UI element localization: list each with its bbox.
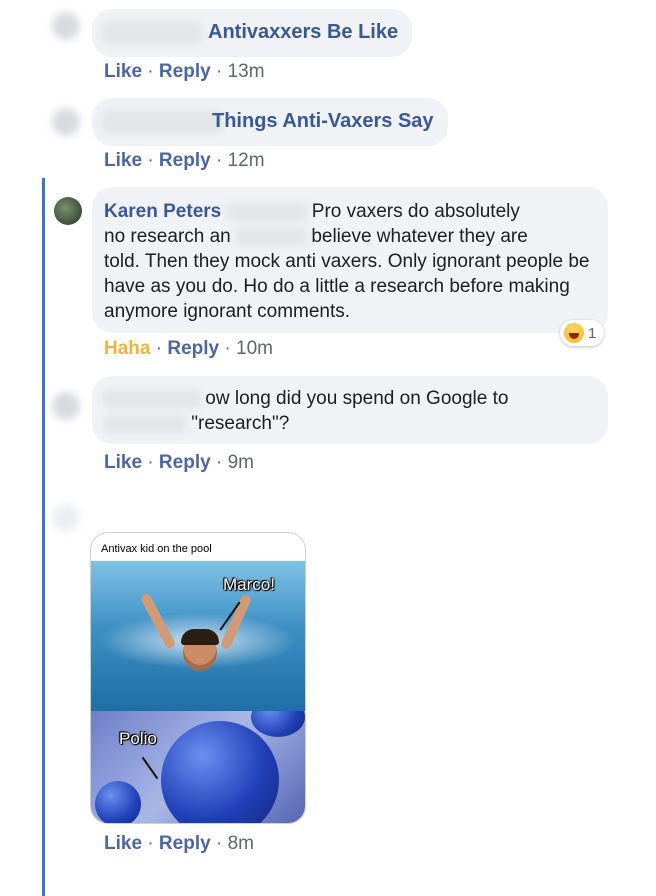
- comment-actions: Like · Reply · 8m: [104, 833, 254, 854]
- avatar[interactable]: [52, 108, 80, 136]
- redacted-author: [102, 110, 222, 134]
- thread-line: [42, 178, 45, 896]
- comment-bubble: ow long did you spend on Google to "rese…: [92, 376, 608, 444]
- timestamp[interactable]: 12m: [228, 150, 265, 171]
- like-button[interactable]: Like: [104, 61, 142, 82]
- like-button[interactable]: Like: [104, 150, 142, 171]
- reply-button[interactable]: Reply: [159, 150, 211, 171]
- avatar[interactable]: [54, 197, 82, 225]
- shared-link-title[interactable]: Antivaxxers Be Like: [208, 21, 398, 44]
- reaction-summary[interactable]: 1: [560, 320, 605, 346]
- timestamp[interactable]: 9m: [228, 452, 254, 473]
- comment-actions: Like · Reply · 9m: [104, 452, 254, 473]
- haha-icon: [564, 323, 584, 343]
- meme-image[interactable]: Antivax kid on the pool Marco! Polio: [90, 532, 306, 824]
- reply-button[interactable]: Reply: [167, 338, 219, 359]
- comment-text: believe whatever they are: [311, 226, 528, 247]
- comment-actions: Like · Reply · 12m: [104, 150, 265, 171]
- timestamp[interactable]: 10m: [236, 338, 273, 359]
- redacted-text: [226, 202, 307, 221]
- comment-text: told. Then they mock anti vaxers. Only i…: [104, 251, 590, 322]
- comment-text: ow long did you spend on Google to: [205, 388, 509, 409]
- meme-label: Polio: [119, 729, 157, 748]
- meme-caption: Antivax kid on the pool: [101, 543, 212, 555]
- virus-illustration: Polio: [91, 711, 305, 823]
- comment-bubble: Karen Peters Pro vaxers do absolutely no…: [92, 187, 608, 333]
- pool-photo: Marco!: [91, 561, 305, 711]
- avatar[interactable]: [52, 504, 80, 532]
- comment-bubble: Antivaxxers Be Like: [92, 9, 412, 57]
- redacted-author: [104, 389, 200, 408]
- avatar[interactable]: [52, 12, 80, 40]
- reply-button[interactable]: Reply: [159, 833, 211, 854]
- shared-link-title[interactable]: Things Anti-Vaxers Say: [212, 110, 434, 133]
- comment-text: no research an: [104, 226, 231, 247]
- like-button[interactable]: Like: [104, 452, 142, 473]
- comment-text: Pro vaxers do absolutely: [311, 201, 520, 222]
- comment-text: "research"?: [191, 413, 290, 434]
- redacted-text: [104, 414, 186, 433]
- haha-reaction-button[interactable]: Haha: [104, 338, 150, 359]
- reply-button[interactable]: Reply: [159, 61, 211, 82]
- meme-label: Marco!: [223, 575, 275, 594]
- redacted-author: [102, 21, 202, 45]
- comment-author[interactable]: Karen Peters: [104, 201, 221, 222]
- comment-bubble: Things Anti-Vaxers Say: [92, 98, 448, 146]
- timestamp[interactable]: 8m: [228, 833, 254, 854]
- like-button[interactable]: Like: [104, 833, 142, 854]
- reaction-count: 1: [588, 324, 597, 342]
- comment-actions: Haha · Reply · 10m: [104, 338, 273, 359]
- redacted-text: [236, 227, 307, 246]
- timestamp[interactable]: 13m: [228, 61, 265, 82]
- reply-button[interactable]: Reply: [159, 452, 211, 473]
- comment-actions: Like · Reply · 13m: [104, 61, 265, 82]
- avatar[interactable]: [52, 392, 80, 420]
